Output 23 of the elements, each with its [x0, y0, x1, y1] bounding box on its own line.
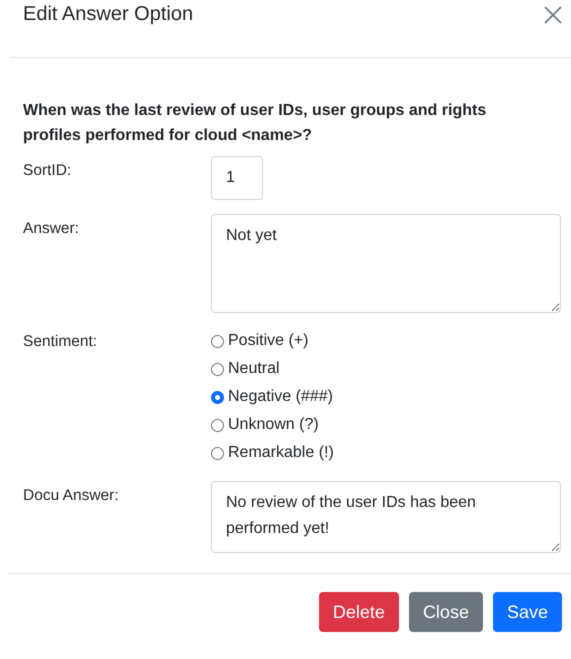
option-label[interactable]: Remarkable (!) — [228, 444, 334, 462]
field-label: SortID: — [23, 161, 72, 181]
radio-button[interactable] — [211, 446, 224, 460]
save-button[interactable]: Save — [492, 592, 562, 632]
close-icon[interactable] — [543, 4, 563, 24]
field-label: Answer: — [23, 219, 80, 239]
option-label[interactable]: Unknown (?) — [228, 416, 319, 434]
radio-button[interactable] — [211, 418, 224, 432]
option-label[interactable]: Neutral — [228, 360, 280, 378]
option-label[interactable]: Positive (+) — [228, 332, 308, 350]
close-button[interactable]: Close — [408, 592, 483, 632]
option-label[interactable]: Negative (###) — [228, 388, 333, 406]
field-label: Docu Answer: — [23, 486, 120, 506]
delete-button[interactable]: Delete — [318, 592, 399, 632]
radio-button[interactable] — [211, 334, 224, 348]
answer-field[interactable]: Not yet — [211, 214, 561, 313]
radio-button[interactable] — [211, 390, 224, 404]
field-label: Sentiment: — [23, 332, 98, 352]
docu-answer-field[interactable]: No review of the user IDs has been performed yet! — [211, 481, 561, 553]
question-text: When was the last review of user IDs, user groups and rights profiles performed for cloud <name>? — [23, 101, 488, 146]
sort-id-field[interactable]: 1 — [211, 156, 263, 200]
radio-button[interactable] — [211, 362, 224, 376]
dialog-title: Edit Answer Option — [23, 3, 194, 26]
